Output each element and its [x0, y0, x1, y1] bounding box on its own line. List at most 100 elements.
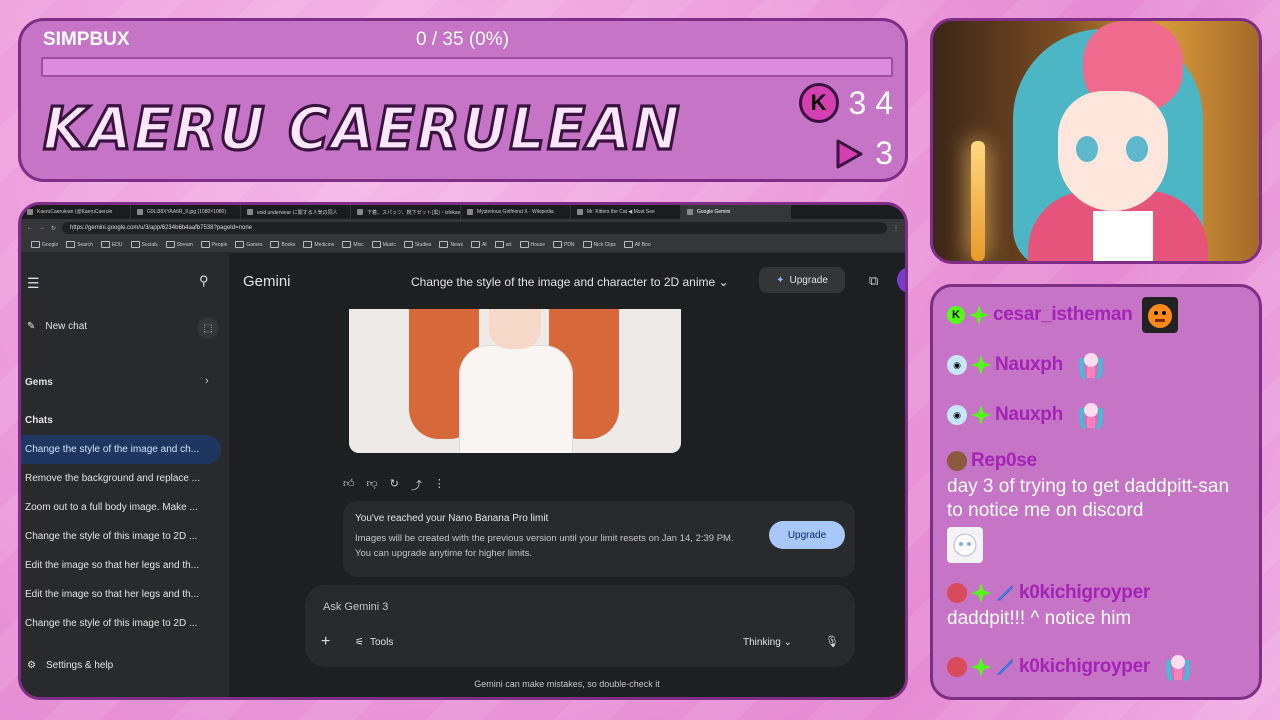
counter-label: SIMPBUX: [43, 29, 130, 50]
new-chat-button[interactable]: ✎ New chat: [27, 321, 87, 332]
favicon-icon: [687, 209, 693, 215]
sparkle-badge-icon: [969, 305, 989, 325]
limit-title: You've reached your Nano Banana Pro limi…: [355, 513, 549, 524]
chat-list: Change the style of the image and ch... R…: [21, 435, 221, 638]
bookmark-label: art: [505, 241, 512, 248]
settings-help-button[interactable]: ⚙ Settings & help: [27, 660, 113, 671]
bookmark-folder[interactable]: PDN: [552, 241, 575, 248]
bookmark-label: All Boo: [634, 241, 651, 248]
chat-message-text: daddpit!!! ^ notice him: [947, 608, 1132, 629]
prompt-input[interactable]: [321, 597, 825, 617]
bookmark-folder[interactable]: Medicine: [303, 241, 334, 248]
bookmark-folder[interactable]: AI: [470, 241, 487, 248]
browser-tab[interactable]: Google Gemini: [681, 205, 791, 219]
chat-username[interactable]: Nauxph: [995, 404, 1063, 426]
browser-tab[interactable]: Mysterious Girlfriend X - Wikipedia: [461, 205, 571, 219]
extensions-icon[interactable]: ⋮: [893, 225, 899, 232]
chat-history-item[interactable]: Change the style of the image and ch...: [21, 435, 221, 464]
browser-tab[interactable]: G9Li38XYAA6R_9.jpg (1080×1080): [131, 205, 241, 219]
url-field[interactable]: https://gemini.google.com/u/3/app/6234b6…: [62, 222, 887, 234]
tab-bar: KaeruCaerulean (@KaeruCaerule G9Li38XYAA6…: [21, 205, 905, 219]
thumbs-down-icon[interactable]: 👎︎: [367, 477, 378, 493]
bookmark-label: Nick Clips: [593, 241, 616, 248]
regenerate-icon[interactable]: ↻: [390, 477, 399, 493]
bookmark-label: Music: [382, 241, 396, 248]
chat-username[interactable]: k0kichigroyper: [1019, 656, 1150, 678]
favicon-icon: [137, 209, 143, 215]
favicon-icon: [577, 209, 583, 215]
browser-tab[interactable]: void underwear に関する人気の同人: [241, 205, 351, 219]
generated-image[interactable]: [349, 309, 681, 453]
chat-history-item[interactable]: Change the style of this image to 2D ...: [21, 609, 221, 638]
bookmark-folder[interactable]: Studies: [403, 241, 431, 248]
chat-history-item[interactable]: Edit the image so that her legs and th..…: [21, 580, 221, 609]
bookmark-folder[interactable]: EDU: [100, 241, 123, 248]
chevron-down-icon: ⌄: [718, 275, 729, 289]
bookmark-folder[interactable]: News: [439, 241, 463, 248]
tools-button[interactable]: ⚟ Tools: [355, 637, 393, 648]
bookmark-folder[interactable]: Music: [371, 241, 396, 248]
conversation-title[interactable]: Change the style of the image and charac…: [411, 275, 729, 289]
chat-history-item[interactable]: Zoom out to a full body image. Make ...: [21, 493, 221, 522]
emote-image: [1073, 347, 1109, 383]
bookmark-folder[interactable]: Nick Clips: [582, 241, 616, 248]
bookmark-folder[interactable]: Google: [31, 241, 58, 248]
folder-icon: [165, 241, 175, 248]
chat-history-item[interactable]: Remove the background and replace ...: [21, 464, 221, 493]
chat-message-header: k0kichigroyper: [947, 579, 1249, 607]
bookmark-folder[interactable]: Misc: [342, 241, 364, 248]
bookmark-folder[interactable]: Search: [66, 241, 93, 248]
chat-history-item[interactable]: Change the style of this image to 2D ...: [21, 522, 221, 551]
add-files-icon[interactable]: +: [321, 633, 330, 651]
folder-icon: [371, 241, 381, 248]
bookmark-folder[interactable]: House: [519, 241, 545, 248]
upgrade-button[interactable]: Upgrade: [769, 521, 845, 549]
chat-message-header: ◉ Nauxph: [947, 351, 1249, 380]
favicon-icon: [247, 209, 253, 215]
address-bar-row: ← → ↻ https://gemini.google.com/u/3/app/…: [21, 219, 905, 237]
browser-tab[interactable]: Mr. Kitters the Cat ◀ Must See: [571, 205, 681, 219]
chat-message-header: k0kichigroyper: [947, 653, 1249, 682]
bookmark-folder[interactable]: Stream: [165, 241, 193, 248]
share-icon[interactable]: ⤴: [411, 477, 422, 493]
bookmark-folder[interactable]: Socials: [130, 241, 158, 248]
bookmark-folder[interactable]: art: [494, 241, 512, 248]
folder-icon: [200, 241, 210, 248]
folder-icon: [403, 241, 413, 248]
chat-username[interactable]: k0kichigroyper: [1019, 582, 1150, 604]
folder-icon: [303, 241, 313, 248]
chat-username[interactable]: Nauxph: [995, 354, 1063, 376]
kick-stat-value: 3 4: [848, 84, 893, 121]
chat-history-item[interactable]: Edit the image so that her legs and th..…: [21, 551, 221, 580]
chevron-right-icon[interactable]: ›: [205, 375, 209, 387]
bookmark-folder[interactable]: People: [200, 241, 228, 248]
reload-icon[interactable]: ↻: [51, 225, 56, 232]
back-icon[interactable]: ←: [27, 225, 33, 231]
share-conversation-icon[interactable]: ⧉: [869, 273, 878, 289]
browser-tab[interactable]: KaeruCaerulean (@KaeruCaerule: [21, 205, 131, 219]
mode-selector[interactable]: Thinking ⌄: [743, 637, 792, 648]
more-options-icon[interactable]: ⋮: [434, 477, 445, 493]
thumbs-up-icon[interactable]: 👍︎: [343, 477, 355, 493]
menu-icon[interactable]: ☰: [27, 275, 40, 292]
chat-username[interactable]: cesar_istheman: [993, 304, 1133, 326]
bookmark-label: People: [211, 241, 228, 248]
bookmark-folder[interactable]: Games: [235, 241, 262, 248]
lamp: [971, 141, 985, 261]
gemini-sidebar: ☰ ⚲ ✎ New chat ⬚ Gems › Chats Change the…: [21, 253, 229, 697]
bookmark-label: Books: [281, 241, 296, 248]
chat-username[interactable]: Rep0se: [971, 450, 1037, 472]
bookmark-folder[interactable]: All Boo: [623, 241, 651, 248]
gems-heading[interactable]: Gems: [25, 377, 53, 388]
browser-tab[interactable]: 下着、スパッツ、靴下セット(黒)・ishikawa: [351, 205, 461, 219]
avatar-face: [1058, 91, 1168, 211]
bookmark-folder[interactable]: Books: [270, 241, 295, 248]
account-avatar[interactable]: C: [897, 267, 905, 293]
search-icon[interactable]: ⚲: [199, 273, 209, 289]
microphone-icon[interactable]: 🎙︎: [825, 635, 839, 648]
forward-icon[interactable]: →: [39, 225, 45, 231]
upgrade-top-button[interactable]: ✦ Upgrade: [759, 267, 845, 293]
emote-image: [1073, 397, 1109, 433]
temporary-chat-icon[interactable]: ⬚: [197, 317, 219, 339]
bookmark-label: EDU: [111, 241, 123, 248]
